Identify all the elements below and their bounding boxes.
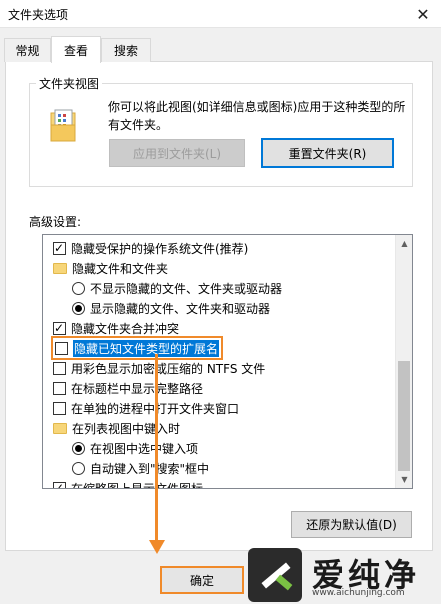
setting-label: 隐藏已知文件类型的扩展名 — [73, 339, 220, 357]
restore-defaults-button[interactable]: 还原为默认值(D) — [291, 511, 412, 538]
setting-label: 显示隐藏的文件、文件夹和驱动器 — [90, 301, 271, 316]
setting-row[interactable]: 在单独的进程中打开文件夹窗口 — [53, 398, 239, 418]
close-icon[interactable]: ✕ — [405, 0, 441, 28]
setting-row[interactable]: 隐藏文件和文件夹 — [53, 258, 168, 278]
window-title: 文件夹选项 — [8, 8, 69, 22]
advanced-settings-list[interactable]: 隐藏受保护的操作系统文件(推荐) 隐藏文件和文件夹不显示隐藏的文件、文件夹或驱动器… — [42, 234, 413, 489]
scroll-down-icon[interactable]: ▼ — [396, 471, 412, 488]
setting-row[interactable]: 在视图中选中键入项 — [72, 438, 198, 458]
setting-radio[interactable] — [72, 281, 85, 295]
watermark-url: www.aichunjing.com — [312, 588, 405, 598]
setting-label: 在列表视图中键入时 — [72, 421, 181, 436]
setting-label: 隐藏文件和文件夹 — [72, 261, 169, 276]
folder-views-description: 你可以将此视图(如详细信息或图标)应用于这种类型的所有文件夹。 — [108, 100, 406, 132]
setting-checkbox[interactable] — [53, 320, 66, 336]
setting-checkbox[interactable] — [53, 480, 66, 488]
setting-label: 在标题栏中显示完整路径 — [71, 381, 204, 396]
setting-row[interactable]: 用彩色显示加密或压缩的 NTFS 文件 — [53, 358, 265, 378]
folder-views-legend: 文件夹视图 — [36, 75, 103, 92]
setting-checkbox[interactable] — [53, 381, 66, 395]
setting-label: 隐藏文件夹合并冲突 — [71, 321, 180, 336]
tab-view[interactable]: 查看 — [51, 36, 101, 63]
setting-radio[interactable] — [72, 301, 85, 315]
setting-checkbox[interactable] — [53, 401, 66, 415]
reset-folders-button[interactable]: 重置文件夹(R) — [261, 138, 394, 168]
ok-button[interactable]: 确定 — [160, 566, 244, 594]
setting-radio[interactable] — [72, 461, 85, 475]
apply-to-folders-button[interactable]: 应用到文件夹(L) — [109, 139, 245, 167]
setting-label: 用彩色显示加密或压缩的 NTFS 文件 — [71, 361, 266, 376]
vertical-scrollbar[interactable]: ▲ ▼ — [395, 235, 412, 488]
folder-view-icon — [50, 109, 76, 142]
setting-row[interactable]: 隐藏受保护的操作系统文件(推荐) — [53, 238, 248, 258]
setting-row[interactable]: 在缩略图上显示文件图标 — [53, 478, 204, 489]
setting-label: 自动键入到"搜索"框中 — [90, 461, 210, 476]
annotation-arrow-head — [149, 540, 165, 554]
setting-label: 在缩略图上显示文件图标 — [71, 481, 204, 489]
tab-search[interactable]: 搜索 — [101, 38, 151, 62]
scrollbar-thumb[interactable] — [398, 361, 410, 471]
advanced-settings-label: 高级设置: — [29, 215, 82, 229]
scroll-up-icon[interactable]: ▲ — [396, 235, 412, 252]
setting-checkbox[interactable] — [55, 341, 68, 355]
setting-label: 不显示隐藏的文件、文件夹或驱动器 — [90, 281, 283, 296]
setting-checkbox[interactable] — [53, 361, 66, 375]
setting-row[interactable]: 显示隐藏的文件、文件夹和驱动器 — [72, 298, 270, 318]
setting-row[interactable]: 隐藏已知文件类型的扩展名 — [50, 336, 224, 360]
setting-row[interactable]: 自动键入到"搜索"框中 — [72, 458, 209, 478]
setting-row[interactable]: 不显示隐藏的文件、文件夹或驱动器 — [72, 278, 282, 298]
setting-label: 隐藏受保护的操作系统文件(推荐) — [71, 241, 249, 256]
setting-label: 在视图中选中键入项 — [90, 441, 199, 456]
setting-row[interactable]: 隐藏文件夹合并冲突 — [53, 318, 179, 338]
setting-row[interactable]: 在列表视图中键入时 — [53, 418, 180, 438]
folder-icon — [53, 422, 67, 434]
setting-checkbox[interactable] — [53, 240, 66, 256]
annotation-arrow-line — [155, 354, 158, 544]
watermark-logo: 爱纯净 www.aichunjing.com — [248, 548, 434, 602]
watermark-logo-icon — [248, 548, 302, 602]
setting-row[interactable]: 在标题栏中显示完整路径 — [53, 378, 203, 398]
folder-icon — [53, 262, 67, 274]
title-bar: 文件夹选项 ✕ — [0, 0, 441, 28]
tab-general[interactable]: 常规 — [4, 38, 51, 62]
setting-radio[interactable] — [72, 441, 85, 455]
